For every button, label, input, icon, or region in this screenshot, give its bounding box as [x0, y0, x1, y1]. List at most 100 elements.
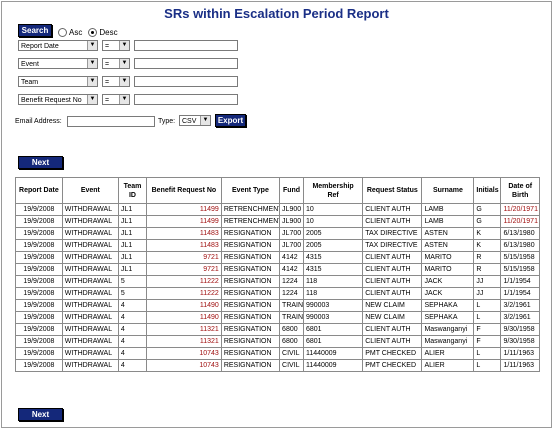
table-cell: MARITO	[421, 251, 475, 264]
table-cell: 11222	[145, 275, 222, 288]
table-cell: 11483	[145, 227, 222, 240]
column-header[interactable]: Date of Birth	[500, 177, 540, 204]
table-cell: WITHDRAWAL	[61, 335, 119, 348]
table-cell: SEPHAKA	[421, 299, 475, 312]
table-cell: WITHDRAWAL	[61, 227, 119, 240]
table-cell: 3/2/1961	[500, 311, 540, 324]
table-cell: 9721	[145, 251, 222, 264]
table-cell: 19/9/2008	[15, 251, 63, 264]
filter-operator-select[interactable]: = ▼	[102, 40, 130, 51]
table-cell: 19/9/2008	[15, 239, 63, 252]
column-header[interactable]: Report Date	[15, 177, 63, 204]
table-cell: 11321	[145, 323, 222, 336]
table-cell: JL900	[279, 215, 304, 228]
table-cell: JL1	[117, 227, 147, 240]
table-row: 19/9/2008 WITHDRAWAL 4 11321 RESIGNATION 6800…	[15, 323, 540, 336]
filter-value-input[interactable]	[134, 40, 238, 51]
table-cell: 19/9/2008	[15, 359, 63, 372]
table-cell: 10743	[145, 359, 222, 372]
next-button-bottom[interactable]: Next	[18, 408, 63, 421]
table-cell: 11/20/1971	[500, 215, 540, 228]
table-cell: 4	[117, 347, 147, 360]
table-cell: RESIGNATION	[220, 359, 281, 372]
table-cell: 4315	[302, 251, 364, 264]
filter-operator-value: =	[105, 61, 110, 68]
table-cell: 1/1/1954	[500, 287, 540, 300]
sort-desc-label: Desc	[99, 27, 118, 37]
filter-value-input[interactable]	[134, 76, 238, 87]
table-cell: R	[473, 263, 502, 276]
table-cell: RESIGNATION	[220, 347, 281, 360]
filter-operator-value: =	[105, 79, 110, 86]
chevron-down-icon: ▼	[87, 59, 97, 68]
table-cell: RESIGNATION	[220, 323, 281, 336]
table-cell: NEW CLAIM	[362, 299, 423, 312]
table-cell: 4142	[279, 263, 304, 276]
table-body: 19/9/2008 WITHDRAWAL JL1 11499 RETRENCHMENT J…	[15, 203, 540, 372]
column-header[interactable]: Event Type	[220, 177, 281, 204]
filter-field-select[interactable]: Team ▼	[18, 76, 98, 87]
table-cell: R	[473, 251, 502, 264]
table-row: 19/9/2008 WITHDRAWAL JL1 9721 RESIGNATION 414…	[15, 263, 540, 276]
filter-field-select[interactable]: Benefit Request No ▼	[18, 94, 98, 105]
table-cell: JL1	[117, 203, 147, 216]
table-cell: CIVIL	[279, 359, 304, 372]
export-button[interactable]: Export	[215, 114, 246, 127]
filter-value-input[interactable]	[134, 58, 238, 69]
table-row: 19/9/2008 WITHDRAWAL 4 10743 RESIGNATION CIVI…	[15, 359, 540, 372]
column-header[interactable]: Event	[61, 177, 119, 204]
chevron-down-icon: ▼	[87, 77, 97, 86]
filter-operator-select[interactable]: = ▼	[102, 94, 130, 105]
table-cell: 9721	[145, 263, 222, 276]
table-cell: F	[473, 335, 502, 348]
table-cell: PMT CHECKED	[362, 347, 423, 360]
column-header[interactable]: Fund	[279, 177, 304, 204]
table-cell: 6/13/1980	[500, 239, 540, 252]
table-cell: 19/9/2008	[15, 323, 63, 336]
table-cell: RESIGNATION	[220, 299, 281, 312]
sort-asc-radio[interactable]	[58, 27, 67, 37]
column-header[interactable]: Initials	[473, 177, 502, 204]
table-cell: WITHDRAWAL	[61, 239, 119, 252]
sort-desc-radio[interactable]	[88, 27, 98, 37]
table-cell: 11499	[145, 203, 222, 216]
table-cell: 11490	[145, 299, 222, 312]
search-button[interactable]: Search	[18, 24, 52, 37]
column-header[interactable]: Surname	[421, 177, 475, 204]
filter-operator-value: =	[105, 97, 110, 104]
table-cell: RESIGNATION	[220, 287, 281, 300]
table-cell: 3/2/1961	[500, 299, 540, 312]
column-header[interactable]: Membership Ref	[302, 177, 364, 204]
table-cell: 990003	[302, 299, 364, 312]
table-cell: 1/11/1963	[500, 347, 540, 360]
table-cell: 6/13/1980	[500, 227, 540, 240]
table-row: 19/9/2008 WITHDRAWAL 4 10743 RESIGNATION CIVI…	[15, 347, 540, 360]
table-cell: JJ	[473, 287, 502, 300]
filter-operator-select[interactable]: = ▼	[102, 58, 130, 69]
table-cell: L	[473, 311, 502, 324]
next-button-top[interactable]: Next	[18, 156, 63, 169]
filter-field-select[interactable]: Report Date ▼	[18, 40, 98, 51]
table-cell: ALIER	[421, 347, 475, 360]
table-cell: L	[473, 299, 502, 312]
column-header[interactable]: Request Status	[362, 177, 423, 204]
filter-value-input[interactable]	[134, 94, 238, 105]
filter-operator-select[interactable]: = ▼	[102, 76, 130, 87]
table-row: 19/9/2008 WITHDRAWAL JL1 11499 RETRENCHMENT J…	[15, 203, 540, 216]
filter-operator-value: =	[105, 43, 110, 50]
table-cell: 4	[117, 335, 147, 348]
table-cell: 2005	[302, 227, 364, 240]
filter-field-select[interactable]: Event ▼	[18, 58, 98, 69]
column-header[interactable]: Benefit Request No	[145, 177, 222, 204]
export-type-select[interactable]: CSV ▼	[179, 115, 211, 126]
table-cell: WITHDRAWAL	[61, 311, 119, 324]
table-cell: G	[473, 203, 502, 216]
table-cell: 19/9/2008	[15, 311, 63, 324]
sort-asc-label: Asc	[69, 27, 83, 37]
chevron-down-icon: ▼	[119, 95, 129, 104]
table-cell: ASTEN	[421, 227, 475, 240]
email-field[interactable]	[67, 116, 155, 127]
column-header[interactable]: Team ID	[117, 177, 147, 204]
table-cell: JJ	[473, 275, 502, 288]
table-row: 19/9/2008 WITHDRAWAL JL1 11483 RESIGNATION JL…	[15, 239, 540, 252]
